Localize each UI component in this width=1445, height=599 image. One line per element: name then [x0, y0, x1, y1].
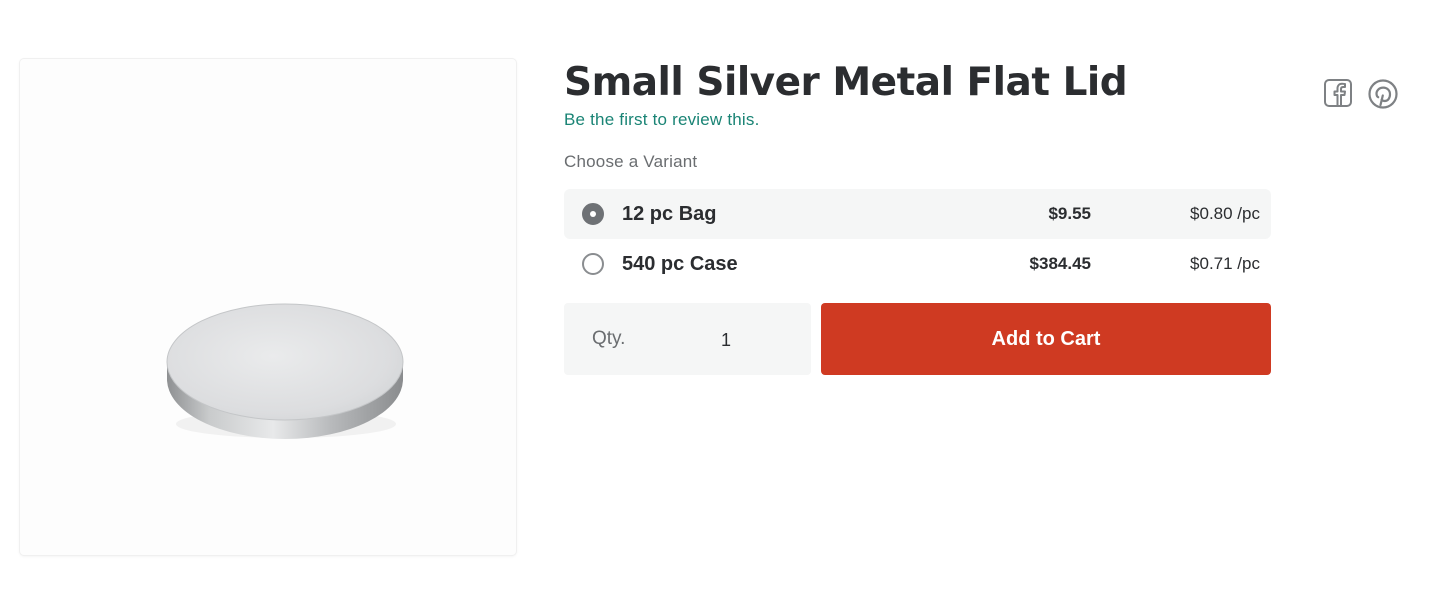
review-link[interactable]: Be the first to review this.	[564, 110, 760, 130]
facebook-icon[interactable]	[1323, 78, 1353, 115]
variant-name: 540 pc Case	[622, 252, 738, 275]
variant-list: 12 pc Bag $9.55 $0.80 /pc 540 pc Case $3…	[564, 189, 1271, 289]
variant-price: $384.45	[1029, 254, 1091, 273]
variant-option-540-pc-case[interactable]: 540 pc Case $384.45 $0.71 /pc	[564, 239, 1271, 289]
product-info: Small Silver Metal Flat Lid Be the first…	[564, 56, 1271, 375]
quantity-input[interactable]	[684, 321, 768, 359]
product-page: Small Silver Metal Flat Lid Be the first…	[0, 0, 1445, 599]
quantity-box: Qty.	[564, 303, 811, 375]
variant-price: $9.55	[1048, 204, 1091, 223]
purchase-row: Qty. Add to Cart	[564, 303, 1271, 375]
product-image	[166, 303, 404, 439]
variant-name: 12 pc Bag	[622, 202, 717, 225]
variant-unit-price: $0.71 /pc	[1190, 254, 1260, 273]
product-image-card[interactable]	[20, 59, 516, 555]
product-title: Small Silver Metal Flat Lid	[564, 60, 1128, 105]
social-share	[1323, 78, 1399, 115]
variant-label: Choose a Variant	[564, 152, 698, 171]
variant-option-12-pc-bag[interactable]: 12 pc Bag $9.55 $0.80 /pc	[564, 189, 1271, 239]
quantity-label: Qty.	[592, 328, 626, 349]
radio-selected-icon[interactable]	[582, 203, 604, 225]
pinterest-icon[interactable]	[1367, 78, 1399, 115]
add-to-cart-button[interactable]: Add to Cart	[821, 303, 1271, 375]
radio-unselected-icon[interactable]	[582, 253, 604, 275]
variant-unit-price: $0.80 /pc	[1190, 204, 1260, 223]
